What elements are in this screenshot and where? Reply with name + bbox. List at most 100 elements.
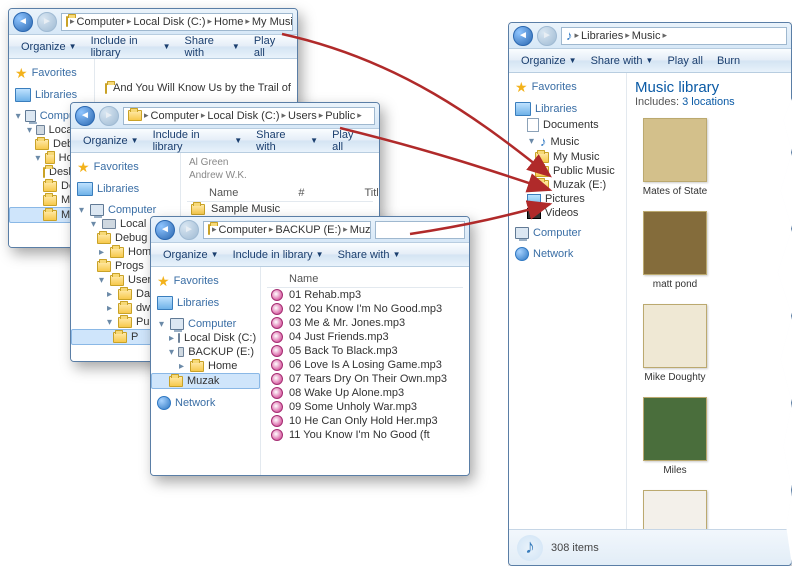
breadcrumb-item[interactable]: Computer (219, 224, 267, 236)
share-with-button[interactable]: Share with▼ (332, 247, 407, 263)
breadcrumb-item[interactable]: Users (288, 110, 317, 122)
collapse-icon[interactable]: ▾ (77, 206, 86, 215)
expand-icon[interactable]: ▸ (97, 248, 106, 257)
collapse-icon[interactable]: ▾ (157, 320, 166, 329)
collapse-icon[interactable]: ▾ (35, 154, 41, 163)
column-name[interactable]: Name (289, 273, 318, 285)
collapse-icon[interactable]: ▾ (105, 318, 114, 327)
libraries-heading[interactable]: Libraries (509, 101, 626, 117)
tree-item-my-music[interactable]: My Music (509, 150, 626, 164)
back-button[interactable]: ◄ (513, 26, 533, 46)
column-name[interactable]: Name (209, 187, 238, 199)
column-headers[interactable]: Name # Title (187, 185, 373, 202)
album-thumbnail[interactable]: Miles (635, 397, 715, 476)
organize-button[interactable]: Organize▼ (77, 133, 145, 149)
breadcrumb-item[interactable]: Muzak (350, 224, 371, 236)
breadcrumb-item[interactable]: Computer (151, 110, 199, 122)
tree-item[interactable]: Videos (509, 206, 626, 220)
breadcrumb-item[interactable]: Home (214, 16, 243, 28)
breadcrumb-item[interactable]: My Music (252, 16, 293, 28)
tree-item[interactable]: Documents (509, 117, 626, 133)
album-thumbnail[interactable]: Mike Doughty (635, 304, 715, 383)
network-heading[interactable]: Network (151, 395, 260, 411)
collapse-icon[interactable]: ▾ (169, 348, 174, 357)
collapse-icon[interactable]: ▾ (89, 220, 98, 229)
locations-link[interactable]: 3 locations (682, 96, 735, 108)
computer-tree[interactable]: ▾Computer (71, 203, 180, 217)
forward-button[interactable]: ► (99, 106, 119, 126)
list-item[interactable]: 04 Just Friends.mp3 (267, 330, 463, 344)
include-in-library-button[interactable]: Include in library▼ (85, 33, 177, 61)
album-thumbnail[interactable]: Mates of State (635, 118, 715, 197)
list-item[interactable]: And You Will Know Us by the Trail of (101, 81, 291, 95)
favorites-heading[interactable]: ★Favorites (509, 79, 626, 95)
forward-button[interactable]: ► (37, 12, 57, 32)
list-item[interactable]: 06 Love Is A Losing Game.mp3 (267, 358, 463, 372)
breadcrumb[interactable]: ▸ Computer ▸ Local Disk (C:) ▸ Home ▸ My… (61, 13, 293, 31)
play-all-button[interactable]: Play all (248, 33, 291, 61)
forward-button[interactable]: ► (179, 220, 199, 240)
list-item[interactable]: 08 Wake Up Alone.mp3 (267, 386, 463, 400)
album-thumbnail[interactable]: Neko Case (635, 490, 715, 529)
share-with-button[interactable]: Share with▼ (179, 33, 246, 61)
libraries-heading[interactable]: Libraries (151, 295, 260, 311)
collapse-icon[interactable]: ▾ (527, 137, 536, 146)
search-box[interactable] (375, 221, 465, 239)
column-num[interactable]: # (298, 187, 304, 199)
list-item[interactable]: Sample Music (187, 202, 373, 216)
list-item[interactable]: 02 You Know I'm No Good.mp3 (267, 302, 463, 316)
breadcrumb-item[interactable]: Computer (77, 16, 125, 28)
share-with-button[interactable]: Share with▼ (585, 53, 660, 69)
libraries-heading[interactable]: Libraries (9, 87, 94, 103)
forward-button[interactable]: ► (537, 26, 557, 46)
expand-icon[interactable]: ▸ (105, 304, 114, 313)
play-all-button[interactable]: Play all (326, 127, 373, 155)
tree-item-muzak-e[interactable]: Muzak (E:) (509, 178, 626, 192)
breadcrumb-item[interactable]: Music (632, 30, 661, 42)
tree-item[interactable]: ▾BACKUP (E:) (151, 345, 260, 359)
album-thumbnail[interactable]: matt pond (635, 211, 715, 290)
list-item[interactable]: 11 You Know I'm No Good (ft (267, 428, 463, 442)
share-with-button[interactable]: Share with▼ (250, 127, 324, 155)
column-headers[interactable]: Name (267, 271, 463, 288)
organize-button[interactable]: Organize▼ (15, 39, 83, 55)
libraries-heading[interactable]: Libraries (71, 181, 180, 197)
tree-item-music[interactable]: ▾♪Music (509, 133, 626, 150)
back-button[interactable]: ◄ (13, 12, 33, 32)
expand-icon[interactable]: ▸ (169, 334, 174, 343)
list-item[interactable]: 09 Some Unholy War.mp3 (267, 400, 463, 414)
expand-icon[interactable]: ▸ (177, 362, 186, 371)
tree-item-selected[interactable]: Muzak (151, 373, 260, 389)
tree-item[interactable]: ▸Local Disk (C:) (151, 331, 260, 345)
column-title[interactable]: Title (364, 187, 379, 199)
organize-button[interactable]: Organize▼ (157, 247, 225, 263)
favorites-heading[interactable]: ★Favorites (9, 65, 94, 81)
collapse-icon[interactable]: ▾ (97, 276, 106, 285)
tree-item[interactable]: Pictures (509, 192, 626, 206)
breadcrumb-item[interactable]: Public (325, 110, 355, 122)
collapse-icon[interactable]: ▾ (27, 126, 32, 135)
tree-item[interactable]: ▸Home (151, 359, 260, 373)
breadcrumb-item[interactable]: Local Disk (C:) (133, 16, 205, 28)
network-heading[interactable]: Network (509, 246, 626, 262)
breadcrumb-item[interactable]: Local Disk (C:) (207, 110, 279, 122)
list-item[interactable]: 05 Back To Black.mp3 (267, 344, 463, 358)
computer-tree[interactable]: ▾Computer (151, 317, 260, 331)
collapse-icon[interactable]: ▾ (15, 112, 21, 121)
breadcrumb-item[interactable]: BACKUP (E:) (275, 224, 341, 236)
favorites-heading[interactable]: ★Favorites (151, 273, 260, 289)
breadcrumb-item[interactable]: Libraries (581, 30, 623, 42)
expand-icon[interactable]: ▸ (105, 290, 114, 299)
list-item[interactable]: 10 He Can Only Hold Her.mp3 (267, 414, 463, 428)
back-button[interactable]: ◄ (155, 220, 175, 240)
breadcrumb[interactable]: ▸ Computer ▸ BACKUP (E:) ▸ Muzak ▸ (203, 221, 371, 239)
list-item[interactable]: 07 Tears Dry On Their Own.mp3 (267, 372, 463, 386)
back-button[interactable]: ◄ (75, 106, 95, 126)
list-item[interactable]: 03 Me & Mr. Jones.mp3 (267, 316, 463, 330)
play-all-button[interactable]: Play all (661, 53, 708, 69)
include-in-library-button[interactable]: Include in library▼ (227, 247, 330, 263)
computer-heading[interactable]: Computer (509, 226, 626, 240)
favorites-heading[interactable]: ★Favorites (71, 159, 180, 175)
include-in-library-button[interactable]: Include in library▼ (147, 127, 249, 155)
burn-button[interactable]: Burn (711, 53, 746, 69)
